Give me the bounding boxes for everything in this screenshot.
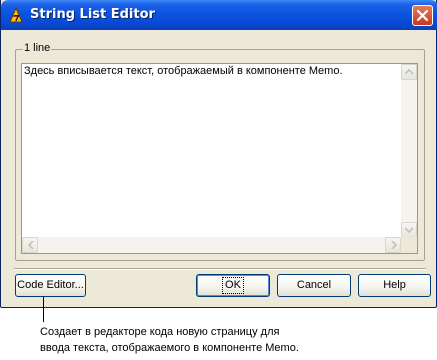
caption: Создает в редакторе кода новую страницу …: [40, 324, 299, 356]
ok-button[interactable]: OK: [196, 274, 270, 297]
close-button[interactable]: [412, 5, 433, 26]
memo-text[interactable]: Здесь вписывается текст, отображаемый в …: [24, 65, 343, 77]
arrow-left-icon: [28, 241, 34, 249]
horizontal-scrollbar[interactable]: [22, 237, 401, 253]
cancel-button[interactable]: Cancel: [277, 274, 351, 297]
help-button-label: Help: [383, 279, 406, 291]
close-icon: [417, 10, 428, 21]
arrow-right-icon: [391, 241, 397, 249]
cancel-button-label: Cancel: [296, 279, 332, 291]
caption-line-2: ввода текста, отображаемого в компоненте…: [40, 342, 299, 354]
svg-text:7: 7: [14, 14, 20, 23]
arrow-up-icon: [405, 69, 413, 75]
callout-line: [43, 297, 44, 322]
delphi-helmet-icon: 7: [7, 6, 25, 24]
code-editor-button[interactable]: Code Editor...: [15, 274, 86, 297]
title-bar[interactable]: 7 String List Editor: [1, 0, 437, 30]
scroll-left-button[interactable]: [22, 237, 38, 253]
caption-line-1: Создает в редакторе кода новую страницу …: [40, 326, 280, 338]
scroll-up-button[interactable]: [401, 64, 417, 80]
arrow-down-icon: [405, 227, 413, 233]
vertical-scrollbar[interactable]: [401, 64, 417, 238]
scroll-right-button[interactable]: [385, 237, 401, 253]
line-count-label: 1 line: [23, 42, 52, 54]
scrollbar-corner: [401, 237, 417, 253]
ok-button-label: OK: [222, 277, 244, 294]
string-list-editor-dialog: 7 String List Editor 1 line Здесь вписыв…: [0, 0, 437, 308]
memo-text-area[interactable]: Здесь вписывается текст, отображаемый в …: [21, 63, 418, 254]
scroll-down-button[interactable]: [401, 222, 417, 238]
code-editor-button-label: Code Editor...: [17, 279, 84, 291]
separator: [14, 268, 426, 270]
window-title: String List Editor: [30, 7, 155, 22]
help-button[interactable]: Help: [358, 274, 431, 297]
